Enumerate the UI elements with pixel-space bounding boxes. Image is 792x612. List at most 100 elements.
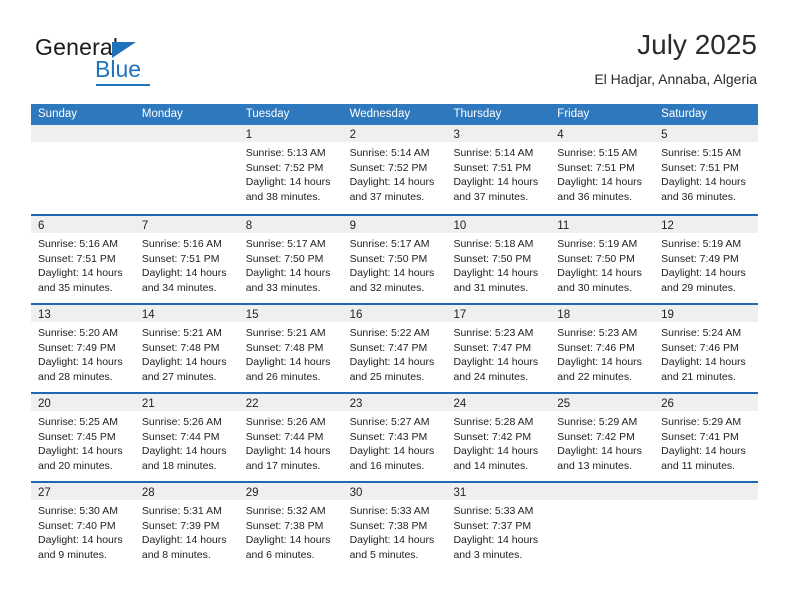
calendar-day-cell[interactable]: 1 Sunrise: 5:13 AM Sunset: 7:52 PM Daylight… xyxy=(238,125,343,214)
calendar-day-cell[interactable]: 20 Sunrise: 5:25 AM Sunset: 7:45 PM Dayligh… xyxy=(31,394,135,481)
day-info-line: Sunrise: 5:19 AM xyxy=(557,238,638,250)
calendar-day-cell[interactable]: 11 Sunrise: 5:19 AM Sunset: 7:50 PM Dayligh… xyxy=(550,216,655,303)
day-number-band: 21 xyxy=(134,394,239,411)
day-number: 9 xyxy=(349,220,356,232)
day-info-line: and 18 minutes. xyxy=(141,459,217,472)
day-info-line: Daylight: 14 hours xyxy=(661,267,746,280)
day-number: 21 xyxy=(141,398,155,410)
page-header: General Blue July 2025 El Hadjar, Annaba… xyxy=(35,28,757,98)
day-info-line: Daylight: 14 hours xyxy=(141,445,227,458)
calendar-day-cell[interactable]: 13 Sunrise: 5:20 AM Sunset: 7:49 PM Dayligh… xyxy=(31,305,135,392)
day-number: 2 xyxy=(349,129,356,141)
calendar-day-cell[interactable]: 6 Sunrise: 5:16 AM Sunset: 7:51 PM Daylight… xyxy=(31,216,135,303)
calendar-day-cell[interactable]: 25 Sunrise: 5:29 AM Sunset: 7:42 PM Dayligh… xyxy=(550,394,655,481)
calendar-day-cell[interactable]: 28 Sunrise: 5:31 AM Sunset: 7:39 PM Dayligh… xyxy=(134,483,239,570)
calendar-day-cell[interactable]: 27 Sunrise: 5:30 AM Sunset: 7:40 PM Dayligh… xyxy=(31,483,135,570)
day-info-line: Sunset: 7:52 PM xyxy=(245,161,324,174)
title-block: July 2025 El Hadjar, Annaba, Algeria xyxy=(594,28,757,89)
calendar-day-cell[interactable]: 3 Sunrise: 5:14 AM Sunset: 7:51 PM Daylight… xyxy=(446,125,551,214)
calendar-day-cell[interactable]: 22 Sunrise: 5:26 AM Sunset: 7:44 PM Dayligh… xyxy=(238,394,343,481)
calendar-day-cell[interactable]: 26 Sunrise: 5:29 AM Sunset: 7:41 PM Dayligh… xyxy=(654,394,759,481)
weekday-header-saturday: Saturday xyxy=(661,108,708,120)
day-info-line: Daylight: 14 hours xyxy=(349,445,435,458)
day-sun-info: Sunrise: 5:15 AM Sunset: 7:51 PM Daylight:… xyxy=(550,142,654,204)
calendar-day-cell[interactable]: 24 Sunrise: 5:28 AM Sunset: 7:42 PM Dayligh… xyxy=(446,394,551,481)
day-sun-info: Sunrise: 5:26 AM Sunset: 7:44 PM Daylight:… xyxy=(239,411,343,473)
calendar-day-cell[interactable]: 17 Sunrise: 5:23 AM Sunset: 7:47 PM Dayligh… xyxy=(446,305,551,392)
day-info-line: Daylight: 14 hours xyxy=(141,534,227,547)
calendar-day-cell[interactable]: 23 Sunrise: 5:27 AM Sunset: 7:43 PM Dayligh… xyxy=(342,394,447,481)
day-number: 11 xyxy=(557,220,570,232)
weekday-header-friday: Friday xyxy=(557,108,590,120)
calendar-day-cell[interactable]: 8 Sunrise: 5:17 AM Sunset: 7:50 PM Daylight… xyxy=(238,216,343,303)
calendar-day-cell[interactable]: 10 Sunrise: 5:18 AM Sunset: 7:50 PM Dayligh… xyxy=(446,216,551,303)
calendar-day-cell[interactable]: 2 Sunrise: 5:14 AM Sunset: 7:52 PM Daylight… xyxy=(342,125,447,214)
day-info-line: Daylight: 14 hours xyxy=(453,176,539,189)
day-number: 4 xyxy=(557,129,564,141)
logo-underline xyxy=(96,84,150,86)
day-number: 6 xyxy=(38,220,45,232)
day-number-band: 24 xyxy=(446,394,551,411)
day-info-line: and 34 minutes. xyxy=(141,281,217,294)
calendar-day-cell[interactable]: 29 Sunrise: 5:32 AM Sunset: 7:38 PM Dayligh… xyxy=(238,483,343,570)
day-info-line: Daylight: 14 hours xyxy=(557,267,642,280)
calendar-day-cell[interactable]: 16 Sunrise: 5:22 AM Sunset: 7:47 PM Dayligh… xyxy=(342,305,447,392)
day-info-line: and 17 minutes. xyxy=(245,459,321,472)
day-info-line: and 26 minutes. xyxy=(245,370,321,383)
day-info-line: Sunset: 7:51 PM xyxy=(453,161,532,174)
day-info-line: Daylight: 14 hours xyxy=(38,356,123,369)
day-number: 15 xyxy=(245,309,259,321)
day-info-line: Sunrise: 5:15 AM xyxy=(661,147,742,159)
calendar-day-cell[interactable]: 19 Sunrise: 5:24 AM Sunset: 7:46 PM Dayligh… xyxy=(654,305,759,392)
day-number-band: 15 xyxy=(238,305,343,322)
day-info-line: Daylight: 14 hours xyxy=(557,176,642,189)
day-info-line: and 5 minutes. xyxy=(349,548,419,561)
calendar-day-cell[interactable]: 21 Sunrise: 5:26 AM Sunset: 7:44 PM Dayligh… xyxy=(134,394,239,481)
day-number-band: 20 xyxy=(31,394,135,411)
day-sun-info: Sunrise: 5:29 AM Sunset: 7:41 PM Daylight:… xyxy=(654,411,758,473)
day-info-line: and 14 minutes. xyxy=(453,459,529,472)
calendar-day-cell[interactable]: 14 Sunrise: 5:21 AM Sunset: 7:48 PM Dayligh… xyxy=(134,305,239,392)
day-info-line: Sunrise: 5:30 AM xyxy=(38,505,118,517)
day-number-band xyxy=(31,125,135,142)
day-info-line: Daylight: 14 hours xyxy=(453,356,539,369)
day-number: 24 xyxy=(453,398,467,410)
calendar-day-cell-empty xyxy=(31,125,135,214)
day-info-line: Daylight: 14 hours xyxy=(349,356,435,369)
calendar-day-cell[interactable]: 5 Sunrise: 5:15 AM Sunset: 7:51 PM Daylight… xyxy=(654,125,759,214)
day-number-band: 13 xyxy=(31,305,135,322)
calendar-day-cell[interactable]: 31 Sunrise: 5:33 AM Sunset: 7:37 PM Dayligh… xyxy=(446,483,551,570)
day-number-band xyxy=(654,483,759,500)
day-number-band: 1 xyxy=(238,125,343,142)
day-info-line: Daylight: 14 hours xyxy=(141,356,227,369)
day-info-line: Sunrise: 5:14 AM xyxy=(453,147,534,159)
day-number: 13 xyxy=(38,309,51,321)
day-info-line: Sunrise: 5:21 AM xyxy=(141,327,222,339)
day-sun-info: Sunrise: 5:19 AM Sunset: 7:49 PM Daylight:… xyxy=(654,233,758,295)
day-sun-info: Sunrise: 5:18 AM Sunset: 7:50 PM Daylight:… xyxy=(446,233,550,295)
day-number: 19 xyxy=(661,309,674,321)
day-info-line: Sunset: 7:47 PM xyxy=(453,341,532,354)
day-info-line: Sunset: 7:42 PM xyxy=(453,430,532,443)
day-info-line: Daylight: 14 hours xyxy=(453,445,539,458)
day-info-line: Sunrise: 5:16 AM xyxy=(38,238,118,250)
day-info-line: and 25 minutes. xyxy=(349,370,425,383)
day-info-line: and 9 minutes. xyxy=(38,548,107,561)
day-info-line: and 36 minutes. xyxy=(661,190,736,203)
weekday-header-tuesday: Tuesday xyxy=(245,108,290,120)
day-number: 16 xyxy=(349,309,363,321)
day-info-line: Sunrise: 5:23 AM xyxy=(453,327,534,339)
calendar-day-cell[interactable]: 7 Sunrise: 5:16 AM Sunset: 7:51 PM Daylight… xyxy=(134,216,239,303)
calendar-day-cell[interactable]: 30 Sunrise: 5:33 AM Sunset: 7:38 PM Dayligh… xyxy=(342,483,447,570)
day-info-line: and 24 minutes. xyxy=(453,370,529,383)
calendar-day-cell[interactable]: 4 Sunrise: 5:15 AM Sunset: 7:51 PM Daylight… xyxy=(550,125,655,214)
calendar-day-cell[interactable]: 15 Sunrise: 5:21 AM Sunset: 7:48 PM Dayligh… xyxy=(238,305,343,392)
day-sun-info: Sunrise: 5:26 AM Sunset: 7:44 PM Daylight:… xyxy=(135,411,239,473)
day-info-line: Sunrise: 5:16 AM xyxy=(141,238,222,250)
calendar-day-cell[interactable]: 18 Sunrise: 5:23 AM Sunset: 7:46 PM Dayligh… xyxy=(550,305,655,392)
day-info-line: Sunrise: 5:21 AM xyxy=(245,327,326,339)
calendar-day-cell[interactable]: 12 Sunrise: 5:19 AM Sunset: 7:49 PM Dayligh… xyxy=(654,216,759,303)
day-info-line: Daylight: 14 hours xyxy=(141,267,227,280)
calendar-day-cell[interactable]: 9 Sunrise: 5:17 AM Sunset: 7:50 PM Daylight… xyxy=(342,216,447,303)
day-sun-info: Sunrise: 5:14 AM Sunset: 7:51 PM Daylight:… xyxy=(446,142,550,204)
